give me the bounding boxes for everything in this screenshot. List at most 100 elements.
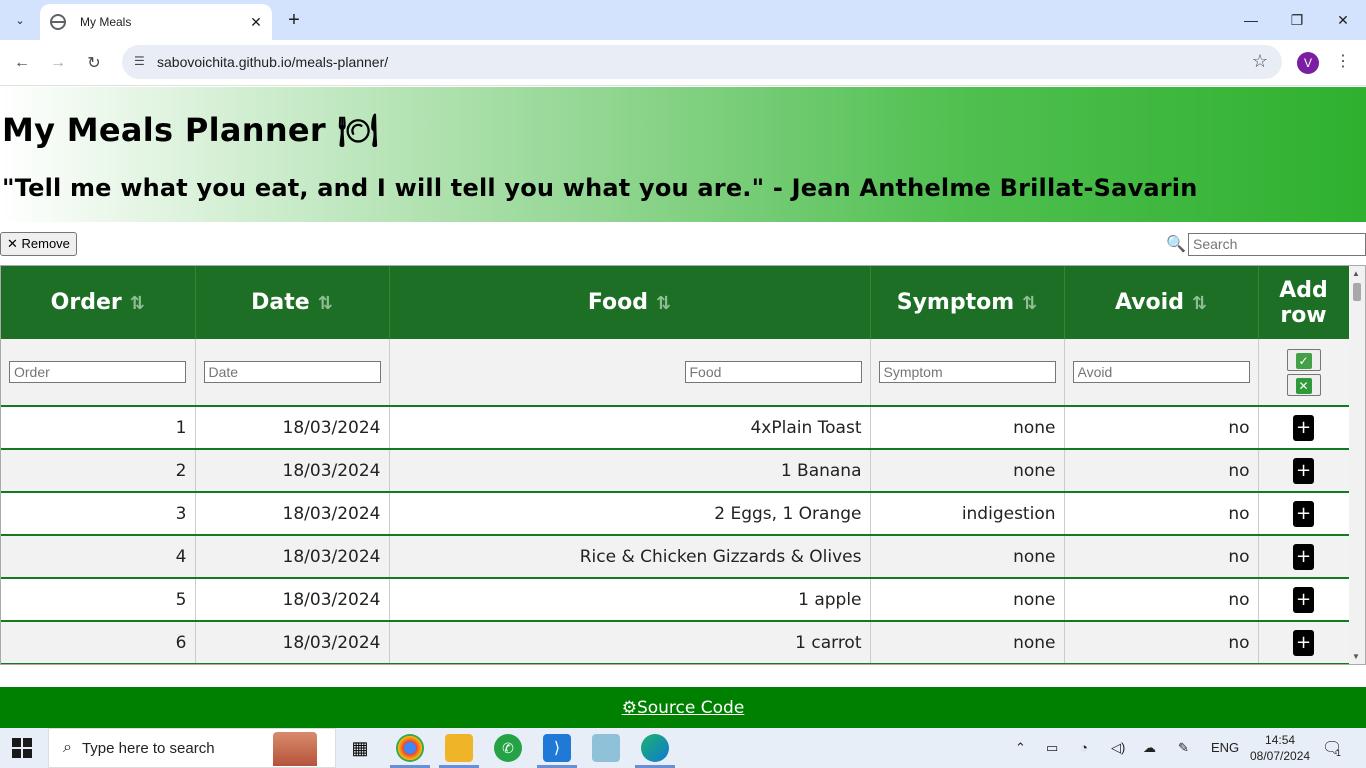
app-icon[interactable] [592,734,620,762]
sort-icon[interactable]: ⇅ [1022,293,1037,314]
food-cell[interactable]: 1 carrot [389,621,871,664]
whatsapp-icon[interactable]: ✆ [494,734,522,762]
order-cell[interactable]: 2 [1,449,196,493]
add-row-button[interactable]: + [1293,543,1314,570]
table-row[interactable]: 5 18/03/2024 1 apple none no + [1,578,1350,622]
avoid-filter-input[interactable] [1072,361,1250,383]
tray-chevron-icon[interactable]: ⌃ [1015,740,1026,756]
add-row-button[interactable]: + [1293,414,1314,441]
site-info-icon[interactable]: ☰ [134,54,150,70]
order-cell[interactable]: 3 [1,492,196,536]
date-cell[interactable]: 18/03/2024 [195,449,390,493]
add-row-button[interactable]: + [1293,586,1314,613]
confirm-button[interactable]: ✓ [1286,348,1321,371]
food-filter-input[interactable] [684,361,862,383]
food-cell[interactable]: 1 apple [389,578,871,622]
symptom-cell[interactable]: none [870,621,1065,664]
add-row-button[interactable]: + [1293,629,1314,656]
symptom-filter-input[interactable] [878,361,1056,383]
reload-icon[interactable]: ↻ [81,50,107,76]
taskbar-search-box[interactable]: ⌕ Type here to search [48,728,336,768]
task-view-icon[interactable]: ▦ [346,734,374,762]
forward-arrow-icon[interactable]: → [45,50,71,76]
order-cell[interactable]: 5 [1,578,196,622]
profile-avatar[interactable]: V [1297,52,1319,74]
window-close-icon[interactable]: ✕ [1331,8,1355,32]
avoid-cell[interactable]: no [1064,578,1259,622]
windows-start-icon[interactable] [12,738,32,758]
tab-search-chevron-icon[interactable]: ⌄ [8,8,32,32]
column-header-food[interactable]: Food ⇅ [389,266,871,339]
order-filter-input[interactable] [9,361,186,383]
wifi-icon[interactable]: ◔ [1080,740,1088,755]
table-row[interactable]: 6 18/03/2024 1 carrot none no + [1,621,1350,664]
minimize-icon[interactable]: — [1239,8,1263,32]
avoid-cell[interactable]: no [1064,535,1259,579]
date-cell[interactable]: 18/03/2024 [195,406,390,450]
date-cell[interactable]: 18/03/2024 [195,535,390,579]
food-cell[interactable]: Rice & Chicken Gizzards & Olives [389,535,871,579]
avoid-cell[interactable]: no [1064,406,1259,450]
sort-icon[interactable]: ⇅ [1192,293,1207,314]
column-header-avoid[interactable]: Avoid ⇅ [1064,266,1259,339]
column-header-date[interactable]: Date ⇅ [195,266,390,339]
address-bar[interactable]: ☰ sabovoichita.github.io/meals-planner/ … [122,45,1282,79]
column-header-order[interactable]: Order ⇅ [1,266,196,339]
onedrive-icon[interactable]: ☁ [1143,740,1156,756]
sort-icon[interactable]: ⇅ [318,293,333,314]
scrollbar-thumb[interactable] [1353,283,1361,301]
table-row[interactable]: 4 18/03/2024 Rice & Chicken Gizzards & O… [1,535,1350,579]
symptom-cell[interactable]: indigestion [870,492,1065,536]
notification-icon[interactable]: 🗨 1 [1322,738,1346,760]
vscode-icon[interactable]: ⟩ [543,734,571,762]
date-cell[interactable]: 18/03/2024 [195,578,390,622]
remove-button[interactable]: ✕ Remove [0,232,77,256]
clear-button[interactable]: ✕ [1286,373,1321,396]
restore-icon[interactable]: ❐ [1285,8,1309,32]
food-cell[interactable]: 4xPlain Toast [389,406,871,450]
table-row[interactable]: 3 18/03/2024 2 Eggs, 1 Orange indigestio… [1,492,1350,536]
add-row-button[interactable]: + [1293,457,1314,484]
edge-icon[interactable] [641,734,669,762]
symptom-cell[interactable]: none [870,406,1065,450]
order-cell[interactable]: 6 [1,621,196,664]
food-cell[interactable]: 1 Banana [389,449,871,493]
date-cell[interactable]: 18/03/2024 [195,621,390,664]
table-row[interactable]: 1 18/03/2024 4xPlain Toast none no + [1,406,1350,450]
avoid-cell[interactable]: no [1064,492,1259,536]
food-cell[interactable]: 2 Eggs, 1 Orange [389,492,871,536]
scroll-down-icon[interactable]: ▼ [1352,652,1360,661]
back-arrow-icon[interactable]: ← [9,50,35,76]
volume-icon[interactable]: ◁) [1111,740,1125,756]
source-code-link[interactable]: ⚙Source Code [622,698,745,718]
chrome-icon[interactable] [396,734,424,762]
sort-icon[interactable]: ⇅ [130,293,145,314]
column-header-symptom[interactable]: Symptom ⇅ [870,266,1065,339]
table-scrollbar[interactable]: ▲ ▼ [1349,266,1365,664]
url-text[interactable]: sabovoichita.github.io/meals-planner/ [157,54,388,70]
sort-icon[interactable]: ⇅ [656,293,671,314]
tab-my-meals[interactable]: My Meals ✕ [40,4,272,40]
order-cell[interactable]: 4 [1,535,196,579]
new-tab-plus-icon[interactable]: + [282,8,306,32]
table-row[interactable]: 2 18/03/2024 1 Banana none no + [1,449,1350,493]
symptom-cell[interactable]: none [870,578,1065,622]
symptom-cell[interactable]: none [870,535,1065,579]
date-filter-input[interactable] [203,361,381,383]
avoid-cell[interactable]: no [1064,449,1259,493]
browser-menu-icon[interactable]: ⋮ [1335,51,1351,71]
add-row-button[interactable]: + [1293,500,1314,527]
tab-close-icon[interactable]: ✕ [246,12,266,32]
search-input[interactable] [1188,232,1366,256]
file-explorer-icon[interactable] [445,734,473,762]
language-indicator[interactable]: ENG [1211,740,1239,755]
order-cell[interactable]: 1 [1,406,196,450]
symptom-cell[interactable]: none [870,449,1065,493]
scroll-up-icon[interactable]: ▲ [1352,269,1360,278]
clock[interactable]: 14:54 08/07/2024 [1250,732,1310,764]
avoid-cell[interactable]: no [1064,621,1259,664]
date-cell[interactable]: 18/03/2024 [195,492,390,536]
pen-icon[interactable]: ✎ [1178,740,1189,756]
battery-icon[interactable]: ▭ [1046,740,1058,756]
bookmark-star-icon[interactable]: ☆ [1252,51,1268,72]
